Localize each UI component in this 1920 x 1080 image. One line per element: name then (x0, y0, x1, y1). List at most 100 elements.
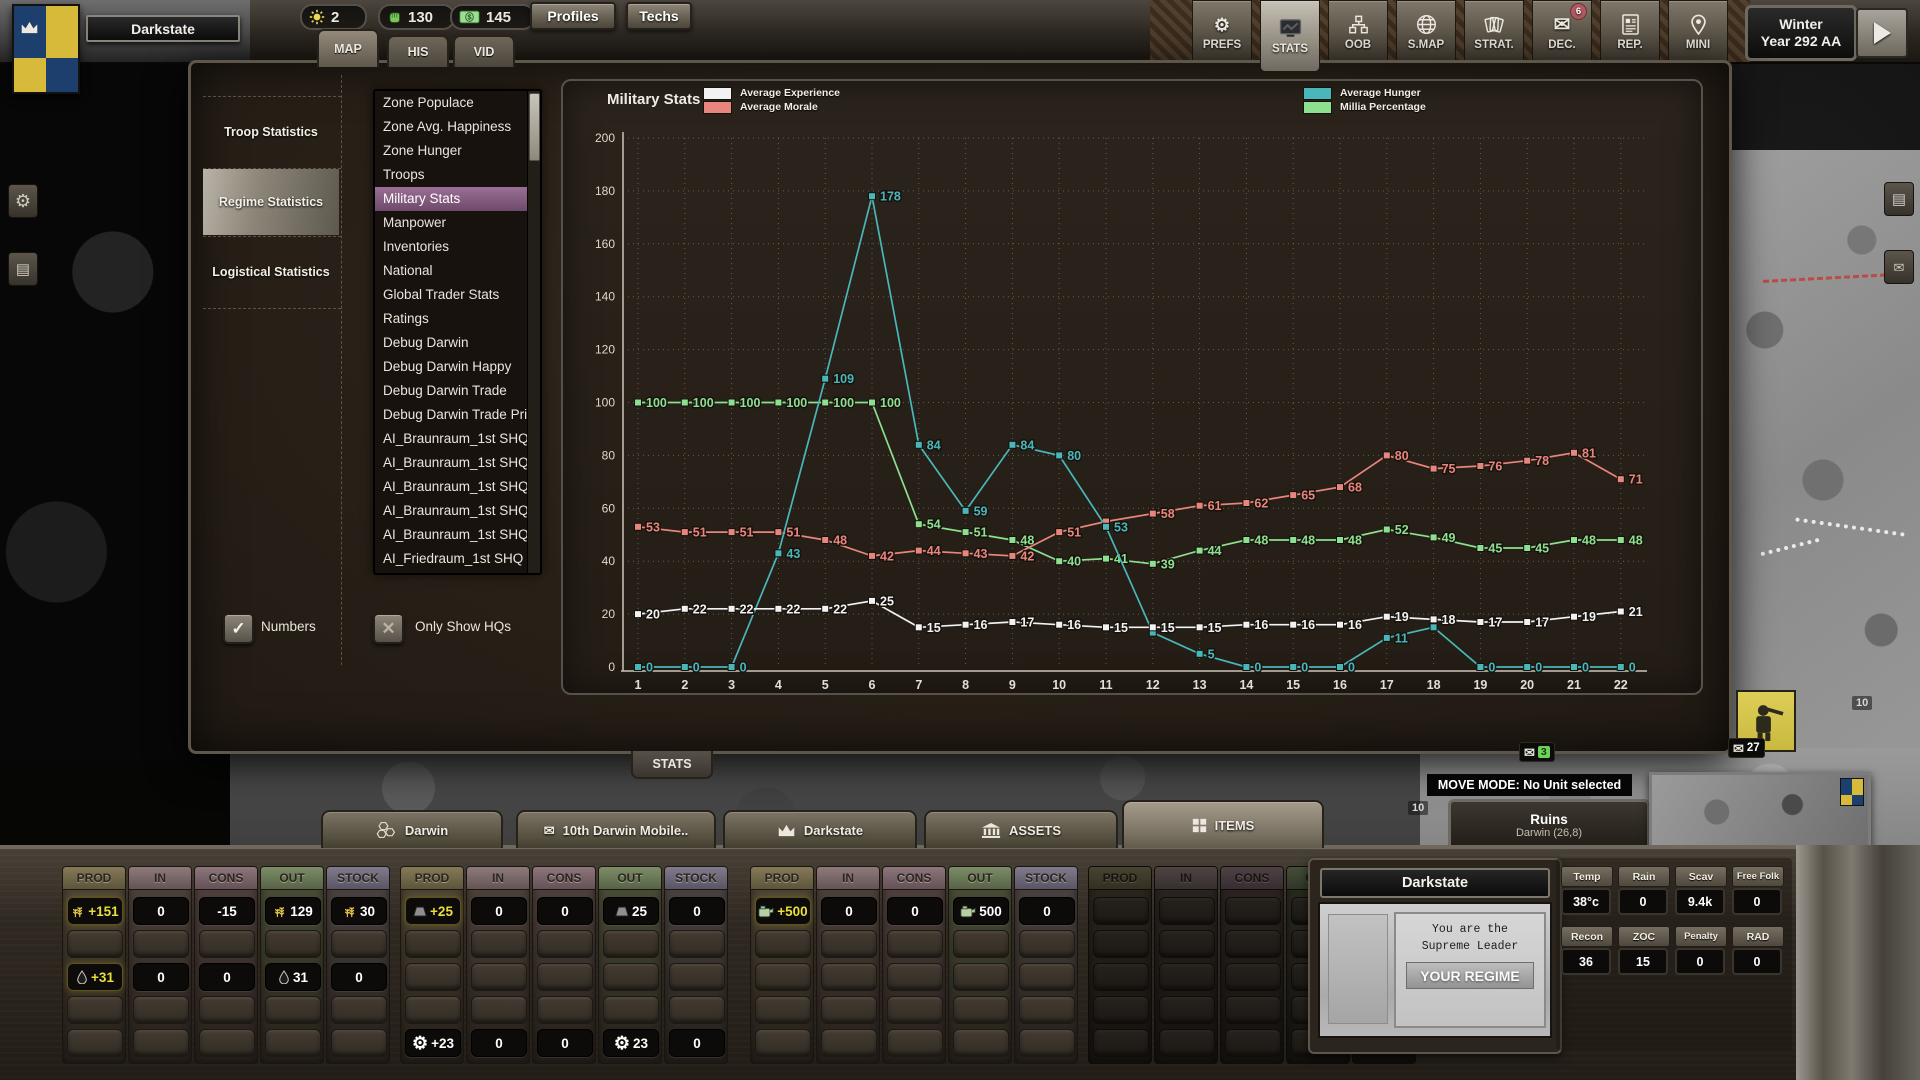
svg-text:0: 0 (1254, 661, 1261, 675)
edge-mail-button[interactable]: ✉ (1884, 250, 1914, 284)
svg-text:51: 51 (974, 526, 988, 540)
svg-text:0: 0 (1629, 661, 1636, 675)
nav-prefs-button[interactable]: ⚙PREFS (1192, 0, 1252, 64)
list-item-military-stats[interactable]: Military Stats (375, 187, 540, 211)
list-item-debug-darwin-trade[interactable]: Debug Darwin Trade (375, 379, 540, 403)
svg-text:109: 109 (833, 372, 854, 386)
dock-tab-10th-darwin-mobile-[interactable]: ✉10th Darwin Mobile.. (516, 810, 716, 848)
resource-column-cons: CONS0 (882, 866, 946, 1064)
dock-tab-label: ITEMS (1215, 818, 1255, 833)
resource-cell: +25 (405, 897, 461, 925)
list-item-debug-darwin-happy[interactable]: Debug Darwin Happy (375, 355, 540, 379)
cell-value: 0 (561, 904, 569, 919)
tab-map[interactable]: MAP (317, 29, 379, 67)
svg-text:20: 20 (1520, 678, 1534, 692)
resource-cell: 31 (265, 963, 321, 991)
svg-text:76: 76 (1488, 460, 1502, 474)
list-item-manpower[interactable]: Manpower (375, 211, 540, 235)
list-item-ai-friedraum-1st-shq[interactable]: AI_Friedraum_1st SHQ (375, 547, 540, 571)
list-scrollbar[interactable] (527, 91, 540, 573)
empty-slot (405, 963, 461, 991)
nav-dec-button[interactable]: ✉DEC.6 (1532, 0, 1592, 64)
globe-icon (1416, 14, 1437, 35)
svg-text:16: 16 (974, 618, 988, 632)
list-item-zone-avg-happiness[interactable]: Zone Avg. Happiness (375, 115, 540, 139)
svg-text:78: 78 (1535, 454, 1549, 468)
list-item-ai-braunraum-1st-shq[interactable]: AI_Braunraum_1st SHQ (375, 451, 540, 475)
empty-slot (1093, 897, 1149, 925)
mail-icon: ✉ (1524, 746, 1535, 759)
nav-oob-button[interactable]: OOB (1328, 0, 1388, 64)
tab-his[interactable]: HIS (387, 35, 449, 67)
svg-text:22: 22 (693, 602, 707, 616)
envelope-icon: ✉ (1554, 15, 1571, 35)
resource-column-in: IN00 (128, 866, 192, 1064)
list-item-global-trader-stats[interactable]: Global Trader Stats (375, 283, 540, 307)
list-item-ai-braunraum-1st-shq[interactable]: AI_Braunraum_1st SHQ (375, 523, 540, 547)
regime-panel: Darkstate You are the Supreme Leader YOU… (1308, 858, 1562, 1054)
notification-badge: 6 (1570, 3, 1587, 20)
list-item-ai-braunraum-1st-shq[interactable]: AI_Braunraum_1st SHQ (375, 475, 540, 499)
svg-text:16: 16 (1254, 618, 1268, 632)
list-item-ratings[interactable]: Ratings (375, 307, 540, 331)
unit-mail-chip: ✉ 27 (1728, 738, 1765, 758)
svg-text:16: 16 (1333, 678, 1347, 692)
regime-textbox: You are the Supreme Leader YOUR REGIME (1394, 912, 1546, 1028)
minimap-view[interactable] (1649, 772, 1871, 852)
checkbox-only-show-hqs[interactable]: ✕ (373, 613, 404, 644)
end-turn-button[interactable] (1856, 8, 1908, 58)
stats-window-handle-tab[interactable]: STATS (631, 751, 713, 779)
wheat-icon (273, 904, 287, 918)
svg-text:21: 21 (1567, 678, 1581, 692)
scrollbar-thumb[interactable] (529, 93, 540, 161)
edge-stack-button[interactable]: ▤ (1884, 182, 1914, 216)
edge-layers-button[interactable]: ▤ (8, 252, 38, 286)
edge-gear-button[interactable]: ⚙ (8, 184, 38, 218)
fuel-icon (960, 905, 976, 918)
nav-smap-button[interactable]: S.MAP (1396, 0, 1456, 64)
svg-text:16: 16 (1067, 618, 1081, 632)
nav-button-label: REP. (1617, 39, 1642, 51)
empty-slot (603, 930, 659, 958)
list-item-debug-darwin-trade-pri[interactable]: Debug Darwin Trade Pri (375, 403, 540, 427)
list-item-troops[interactable]: Troops (375, 163, 540, 187)
resource-column-in: IN (1154, 866, 1218, 1064)
your-regime-button[interactable]: YOUR REGIME (1406, 962, 1534, 989)
resource-column-prod: PROD+25⚙+23 (400, 866, 464, 1064)
svg-text:22: 22 (1614, 678, 1628, 692)
dock-tab-assets[interactable]: ASSETS (924, 810, 1118, 848)
list-item-zone-hunger[interactable]: Zone Hunger (375, 139, 540, 163)
env-value-free-folk: 0 (1732, 888, 1782, 915)
list-item-inventories[interactable]: Inventories (375, 235, 540, 259)
resource-cell: 0 (133, 897, 189, 925)
dock-tab-items[interactable]: ITEMS (1122, 800, 1324, 848)
list-item-national[interactable]: National (375, 259, 540, 283)
svg-text:48: 48 (1582, 534, 1596, 548)
nav-rep-button[interactable]: REP. (1600, 0, 1660, 64)
svg-text:48: 48 (1348, 534, 1362, 548)
bank-icon (981, 822, 1001, 839)
column-header: IN (817, 867, 879, 890)
section-regime-statistics[interactable]: Regime Statistics (203, 169, 339, 235)
tab-vid[interactable]: VID (453, 35, 515, 67)
section-logistical-statistics[interactable]: Logistical Statistics (203, 237, 339, 307)
unit-mail-count: 27 (1747, 742, 1760, 754)
nav-strat-button[interactable]: STRAT. (1464, 0, 1524, 64)
section-troop-statistics[interactable]: Troop Statistics (203, 97, 339, 167)
list-item-debug-darwin[interactable]: Debug Darwin (375, 331, 540, 355)
list-item-zone-populace[interactable]: Zone Populace (375, 91, 540, 115)
profiles-button[interactable]: Profiles (530, 2, 616, 30)
svg-text:40: 40 (602, 554, 616, 568)
list-item-ai-braunraum-1st-shq[interactable]: AI_Braunraum_1st SHQ (375, 427, 540, 451)
env-label-rain: Rain (1618, 866, 1670, 887)
dock-tab-darwin[interactable]: Darwin (321, 810, 503, 848)
svg-text:48: 48 (833, 534, 847, 548)
nav-stats-button[interactable]: STATS (1260, 0, 1320, 72)
checkbox-numbers[interactable]: ✓ (223, 613, 254, 644)
empty-slot (133, 930, 189, 958)
dock-tab-darkstate[interactable]: Darkstate (723, 810, 917, 848)
techs-button[interactable]: Techs (626, 2, 692, 30)
list-item-ai-braunraum-1st-shq[interactable]: AI_Braunraum_1st SHQ (375, 499, 540, 523)
svg-text:15: 15 (1286, 678, 1300, 692)
nav-mini-button[interactable]: MINI (1668, 0, 1728, 64)
